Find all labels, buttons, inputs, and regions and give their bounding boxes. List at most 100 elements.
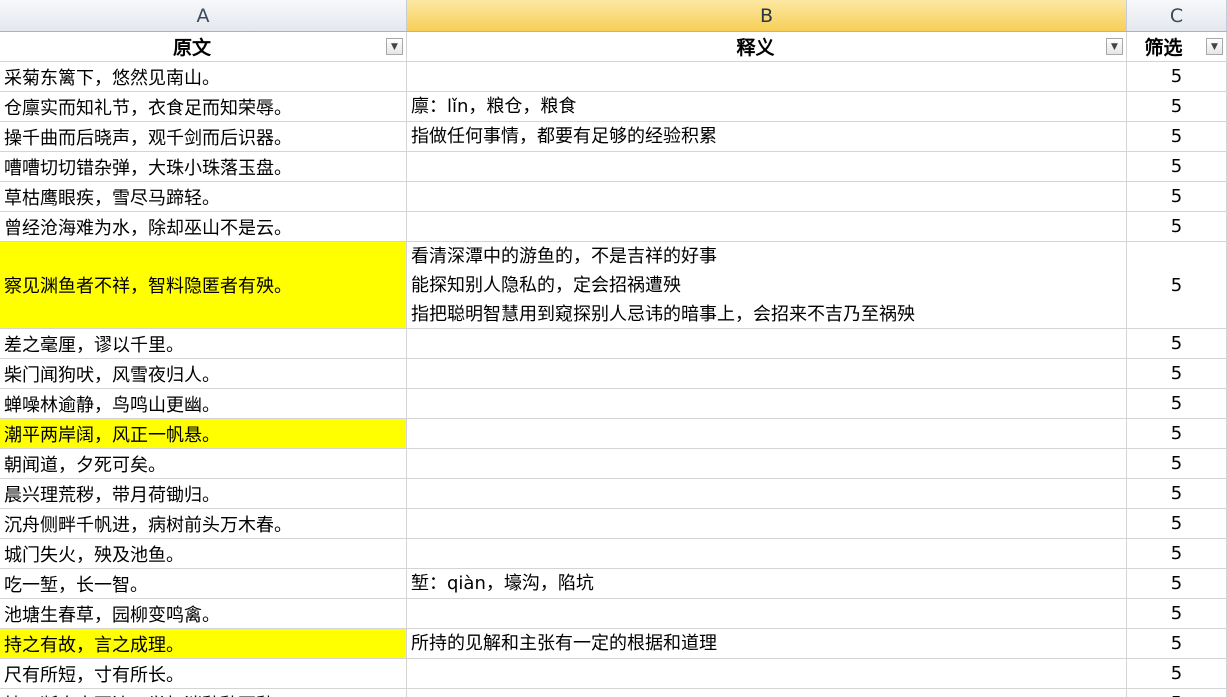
cell-meaning[interactable]: 所持的见解和主张有一定的根据和道理 bbox=[407, 629, 1127, 658]
cell-meaning[interactable] bbox=[407, 449, 1127, 478]
column-header-bar: A B C bbox=[0, 0, 1227, 32]
column-header-a[interactable]: A bbox=[0, 0, 407, 31]
cell-meaning-line: 指做任何事情，都要有足够的经验积累 bbox=[411, 126, 717, 147]
cell-meaning[interactable] bbox=[407, 152, 1127, 181]
cell-original-text[interactable]: 池塘生春草，园柳变鸣禽。 bbox=[0, 599, 407, 628]
cell-meaning[interactable]: 堑：qiàn，壕沟，陷坑 bbox=[407, 569, 1127, 598]
header-label-filter: 筛选 bbox=[1144, 37, 1183, 59]
cell-meaning-line: 能探知别人隐私的，定会招祸遭殃 bbox=[411, 274, 681, 296]
table-row: 抽刀断水水更流，举杯消愁愁更愁。 5 bbox=[0, 689, 1227, 697]
cell-filter-value[interactable]: 5 bbox=[1127, 122, 1227, 151]
table-row: 池塘生春草，园柳变鸣禽。 5 bbox=[0, 599, 1227, 629]
cell-filter-value[interactable]: 5 bbox=[1127, 599, 1227, 628]
cell-original-text[interactable]: 操千曲而后晓声，观千剑而后识器。 bbox=[0, 122, 407, 151]
cell-original-text[interactable]: 朝闻道，夕死可矣。 bbox=[0, 449, 407, 478]
cell-filter-value[interactable]: 5 bbox=[1127, 479, 1227, 508]
cell-original-text[interactable]: 草枯鹰眼疾，雪尽马蹄轻。 bbox=[0, 182, 407, 211]
table-row: 城门失火，殃及池鱼。 5 bbox=[0, 539, 1227, 569]
cell-original-text[interactable]: 察见渊鱼者不祥，智料隐匿者有殃。 bbox=[0, 242, 407, 328]
cell-original-text[interactable]: 尺有所短，寸有所长。 bbox=[0, 659, 407, 688]
cell-meaning[interactable] bbox=[407, 212, 1127, 241]
cell-meaning[interactable] bbox=[407, 329, 1127, 358]
cell-original-text[interactable]: 持之有故，言之成理。 bbox=[0, 629, 407, 658]
cell-meaning-line: 指把聪明智慧用到窥探别人忌讳的暗事上，会招来不吉乃至祸殃 bbox=[411, 303, 915, 325]
cell-meaning[interactable] bbox=[407, 599, 1127, 628]
filter-dropdown-icon[interactable]: ▼ bbox=[1106, 38, 1123, 55]
cell-filter-value[interactable]: 5 bbox=[1127, 659, 1227, 688]
cell-filter-value[interactable]: 5 bbox=[1127, 449, 1227, 478]
cell-filter-value[interactable]: 5 bbox=[1127, 62, 1227, 91]
cell-original-text[interactable]: 吃一堑，长一智。 bbox=[0, 569, 407, 598]
table-row: 差之毫厘，谬以千里。 5 bbox=[0, 329, 1227, 359]
cell-original-text[interactable]: 曾经沧海难为水，除却巫山不是云。 bbox=[0, 212, 407, 241]
cell-original-text[interactable]: 晨兴理荒秽，带月荷锄归。 bbox=[0, 479, 407, 508]
table-row: 嘈嘈切切错杂弹，大珠小珠落玉盘。 5 bbox=[0, 152, 1227, 182]
column-header-c[interactable]: C bbox=[1127, 0, 1227, 31]
cell-meaning[interactable] bbox=[407, 62, 1127, 91]
table-row: 潮平两岸阔，风正一帆悬。 5 bbox=[0, 419, 1227, 449]
cell-filter-value[interactable]: 5 bbox=[1127, 92, 1227, 121]
table-row: 吃一堑，长一智。 堑：qiàn，壕沟，陷坑 5 bbox=[0, 569, 1227, 599]
cell-original-text[interactable]: 柴门闻狗吠，风雪夜归人。 bbox=[0, 359, 407, 388]
filter-dropdown-icon[interactable]: ▼ bbox=[386, 38, 403, 55]
cell-meaning[interactable] bbox=[407, 419, 1127, 448]
header-label-meaning: 释义 bbox=[736, 37, 775, 59]
cell-filter-value[interactable]: 5 bbox=[1127, 419, 1227, 448]
cell-filter-value[interactable]: 5 bbox=[1127, 182, 1227, 211]
cell-filter-value[interactable]: 5 bbox=[1127, 152, 1227, 181]
header-cell-meaning[interactable]: 释义 ▼ bbox=[407, 32, 1127, 61]
cell-meaning-line: 堑：qiàn，壕沟，陷坑 bbox=[411, 573, 594, 594]
table-row: 蝉噪林逾静，鸟鸣山更幽。 5 bbox=[0, 389, 1227, 419]
cell-original-text[interactable]: 差之毫厘，谬以千里。 bbox=[0, 329, 407, 358]
filter-dropdown-icon[interactable]: ▼ bbox=[1206, 38, 1223, 55]
cell-original-text[interactable]: 仓廪实而知礼节，衣食足而知荣辱。 bbox=[0, 92, 407, 121]
cell-meaning[interactable] bbox=[407, 689, 1127, 697]
cell-meaning[interactable] bbox=[407, 479, 1127, 508]
cell-meaning[interactable]: 指做任何事情，都要有足够的经验积累 bbox=[407, 122, 1127, 151]
table-row: 仓廪实而知礼节，衣食足而知荣辱。 廪：lǐn，粮仓，粮食 5 bbox=[0, 92, 1227, 122]
cell-original-text[interactable]: 蝉噪林逾静，鸟鸣山更幽。 bbox=[0, 389, 407, 418]
cell-meaning[interactable] bbox=[407, 659, 1127, 688]
table-row: 晨兴理荒秽，带月荷锄归。 5 bbox=[0, 479, 1227, 509]
table-row: 采菊东篱下，悠然见南山。 5 bbox=[0, 62, 1227, 92]
cell-filter-value[interactable]: 5 bbox=[1127, 212, 1227, 241]
table-body: 采菊东篱下，悠然见南山。 5 仓廪实而知礼节，衣食足而知荣辱。 廪：lǐn，粮仓，粮食… bbox=[0, 62, 1227, 697]
cell-filter-value[interactable]: 5 bbox=[1127, 509, 1227, 538]
cell-original-text[interactable]: 采菊东篱下，悠然见南山。 bbox=[0, 62, 407, 91]
table-row: 朝闻道，夕死可矣。 5 bbox=[0, 449, 1227, 479]
cell-filter-value[interactable]: 5 bbox=[1127, 539, 1227, 568]
cell-meaning[interactable] bbox=[407, 359, 1127, 388]
cell-meaning[interactable] bbox=[407, 509, 1127, 538]
cell-original-text[interactable]: 沉舟侧畔千帆进，病树前头万木春。 bbox=[0, 509, 407, 538]
table-row: 尺有所短，寸有所长。 5 bbox=[0, 659, 1227, 689]
cell-filter-value[interactable]: 5 bbox=[1127, 569, 1227, 598]
table-header-row: 原文 ▼ 释义 ▼ 筛选 ▼ bbox=[0, 32, 1227, 62]
cell-filter-value[interactable]: 5 bbox=[1127, 689, 1227, 697]
table-row: 曾经沧海难为水，除却巫山不是云。 5 bbox=[0, 212, 1227, 242]
cell-filter-value[interactable]: 5 bbox=[1127, 329, 1227, 358]
cell-original-text[interactable]: 城门失火，殃及池鱼。 bbox=[0, 539, 407, 568]
cell-filter-value[interactable]: 5 bbox=[1127, 389, 1227, 418]
cell-filter-value[interactable]: 5 bbox=[1127, 242, 1227, 328]
table-row: 持之有故，言之成理。 所持的见解和主张有一定的根据和道理 5 bbox=[0, 629, 1227, 659]
cell-meaning[interactable] bbox=[407, 539, 1127, 568]
table-row: 柴门闻狗吠，风雪夜归人。 5 bbox=[0, 359, 1227, 389]
cell-meaning[interactable]: 看清深潭中的游鱼的，不是吉祥的好事 能探知别人隐私的，定会招祸遭殃 指把聪明智慧用到… bbox=[407, 242, 1127, 328]
header-label-original: 原文 bbox=[172, 37, 211, 59]
table-row: 察见渊鱼者不祥，智料隐匿者有殃。 看清深潭中的游鱼的，不是吉祥的好事 能探知别人隐私… bbox=[0, 242, 1227, 329]
header-cell-filter[interactable]: 筛选 ▼ bbox=[1127, 32, 1227, 61]
header-cell-original[interactable]: 原文 ▼ bbox=[0, 32, 407, 61]
cell-original-text[interactable]: 嘈嘈切切错杂弹，大珠小珠落玉盘。 bbox=[0, 152, 407, 181]
table-row: 草枯鹰眼疾，雪尽马蹄轻。 5 bbox=[0, 182, 1227, 212]
table-row: 操千曲而后晓声，观千剑而后识器。 指做任何事情，都要有足够的经验积累 5 bbox=[0, 122, 1227, 152]
cell-original-text[interactable]: 抽刀断水水更流，举杯消愁愁更愁。 bbox=[0, 689, 407, 697]
spreadsheet: A B C 原文 ▼ 释义 ▼ 筛选 ▼ 采菊东篱下，悠然见南山。 5 仓廪实而知礼… bbox=[0, 0, 1227, 697]
cell-meaning[interactable] bbox=[407, 389, 1127, 418]
cell-filter-value[interactable]: 5 bbox=[1127, 359, 1227, 388]
cell-meaning[interactable]: 廪：lǐn，粮仓，粮食 bbox=[407, 92, 1127, 121]
cell-meaning[interactable] bbox=[407, 182, 1127, 211]
column-header-b[interactable]: B bbox=[407, 0, 1127, 31]
cell-original-text[interactable]: 潮平两岸阔，风正一帆悬。 bbox=[0, 419, 407, 448]
cell-filter-value[interactable]: 5 bbox=[1127, 629, 1227, 658]
cell-meaning-line: 廪：lǐn，粮仓，粮食 bbox=[411, 96, 577, 117]
